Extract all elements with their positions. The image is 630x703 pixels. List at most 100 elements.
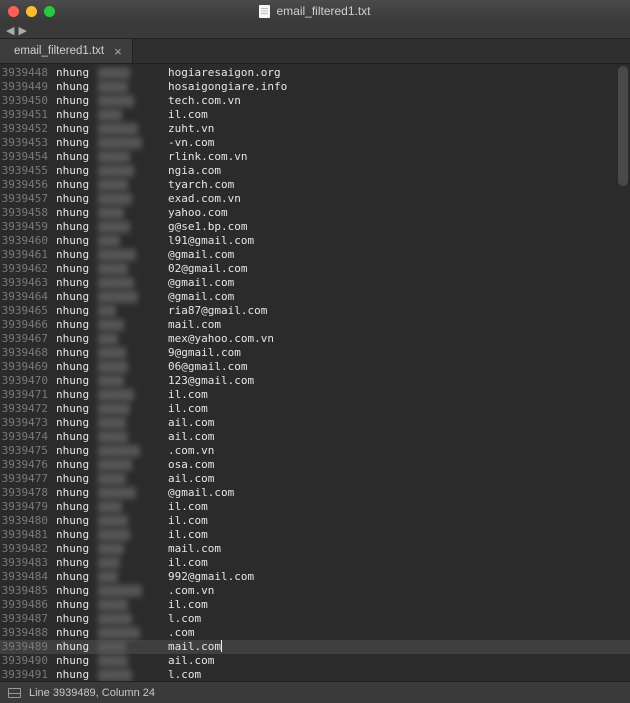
editor-line[interactable]: 3939471nhungil.com xyxy=(0,388,630,402)
editor-line[interactable]: 3939449nhunghosaigongiare.info xyxy=(0,80,630,94)
close-window-icon[interactable] xyxy=(8,6,19,17)
redacted-segment xyxy=(98,192,168,206)
nav-back-icon[interactable]: ◀ xyxy=(6,24,14,37)
editor-line[interactable]: 3939483nhungil.com xyxy=(0,556,630,570)
col-domain: tech.com.vn xyxy=(168,94,241,108)
editor-line[interactable]: 3939461nhung@gmail.com xyxy=(0,248,630,262)
line-number: 3939488 xyxy=(0,626,56,640)
editor-line[interactable]: 3939459nhungg@se1.bp.com xyxy=(0,220,630,234)
redacted-segment xyxy=(98,500,168,514)
editor-line[interactable]: 3939454nhungrlink.com.vn xyxy=(0,150,630,164)
redacted-segment xyxy=(98,514,168,528)
editor-line[interactable]: 3939456nhungtyarch.com xyxy=(0,178,630,192)
line-number: 3939471 xyxy=(0,388,56,402)
editor-line[interactable]: 3939469nhung06@gmail.com xyxy=(0,360,630,374)
editor-line[interactable]: 3939468nhung9@gmail.com xyxy=(0,346,630,360)
nav-forward-icon[interactable]: ▶ xyxy=(18,24,26,37)
col-domain: il.com xyxy=(168,528,208,542)
document-icon xyxy=(259,5,270,18)
editor-line[interactable]: 3939482nhungmail.com xyxy=(0,542,630,556)
editor-line[interactable]: 3939464nhung@gmail.com xyxy=(0,290,630,304)
editor-line[interactable]: 3939488nhung.com xyxy=(0,626,630,640)
editor-line[interactable]: 3939453nhung-vn.com xyxy=(0,136,630,150)
redacted-segment xyxy=(98,220,168,234)
col-domain: il.com xyxy=(168,556,208,570)
line-content: nhungil.com xyxy=(56,402,208,416)
editor-line[interactable]: 3939478nhung@gmail.com xyxy=(0,486,630,500)
line-content: nhung-vn.com xyxy=(56,136,214,150)
redacted-segment xyxy=(98,108,168,122)
col-domain: -vn.com xyxy=(168,136,214,150)
editor-line[interactable]: 3939466nhungmail.com xyxy=(0,318,630,332)
col-domain: ail.com xyxy=(168,416,214,430)
editor-line[interactable]: 3939470nhung123@gmail.com xyxy=(0,374,630,388)
editor-area[interactable]: 3939448nhunghogiaresaigon.org3939449nhun… xyxy=(0,64,630,681)
line-content: nhung992@gmail.com xyxy=(56,570,254,584)
line-content: nhungzuht.vn xyxy=(56,122,214,136)
panel-switch-icon[interactable] xyxy=(8,688,21,698)
editor-line[interactable]: 3939476nhungosa.com xyxy=(0,458,630,472)
editor-line[interactable]: 3939485nhung.com.vn xyxy=(0,584,630,598)
col-domain: zuht.vn xyxy=(168,122,214,136)
col-user: nhung xyxy=(56,262,98,276)
editor-line[interactable]: 3939462nhung02@gmail.com xyxy=(0,262,630,276)
line-content: nhung@gmail.com xyxy=(56,248,234,262)
line-number: 3939470 xyxy=(0,374,56,388)
editor-line[interactable]: 3939479nhungil.com xyxy=(0,500,630,514)
editor-line[interactable]: 3939452nhungzuht.vn xyxy=(0,122,630,136)
editor-line[interactable]: 3939491nhungl.com xyxy=(0,668,630,681)
line-number: 3939490 xyxy=(0,654,56,668)
editor-line[interactable]: 3939474nhungail.com xyxy=(0,430,630,444)
line-number: 3939477 xyxy=(0,472,56,486)
zoom-window-icon[interactable] xyxy=(44,6,55,17)
editor-line[interactable]: 3939451nhungil.com xyxy=(0,108,630,122)
editor-line[interactable]: 3939463nhung@gmail.com xyxy=(0,276,630,290)
redacted-segment xyxy=(98,346,168,360)
editor-line[interactable]: 3939484nhung992@gmail.com xyxy=(0,570,630,584)
editor-line[interactable]: 3939455nhungngia.com xyxy=(0,164,630,178)
editor-line[interactable]: 3939487nhungl.com xyxy=(0,612,630,626)
scrollbar-vertical[interactable] xyxy=(618,66,628,679)
editor-line[interactable]: 3939480nhungil.com xyxy=(0,514,630,528)
line-number: 3939461 xyxy=(0,248,56,262)
redacted-segment xyxy=(98,430,168,444)
editor-line[interactable]: 3939460nhungl91@gmail.com xyxy=(0,234,630,248)
col-user: nhung xyxy=(56,444,98,458)
editor-line[interactable]: 3939475nhung.com.vn xyxy=(0,444,630,458)
editor-line[interactable]: 3939477nhungail.com xyxy=(0,472,630,486)
app-window: email_filtered1.txt ◀ ▶ email_filtered1.… xyxy=(0,0,630,703)
editor-line[interactable]: 3939458nhungyahoo.com xyxy=(0,206,630,220)
col-user: nhung xyxy=(56,220,98,234)
line-content: nhungil.com xyxy=(56,500,208,514)
tab-active[interactable]: email_filtered1.txt × xyxy=(0,39,133,63)
editor-line[interactable]: 3939457nhungexad.com.vn xyxy=(0,192,630,206)
editor-line[interactable]: 3939472nhungil.com xyxy=(0,402,630,416)
line-content: nhungl.com xyxy=(56,612,201,626)
editor-line[interactable]: 3939450nhungtech.com.vn xyxy=(0,94,630,108)
col-user: nhung xyxy=(56,430,98,444)
editor-line[interactable]: 3939481nhungil.com xyxy=(0,528,630,542)
line-number: 3939491 xyxy=(0,668,56,681)
minimize-window-icon[interactable] xyxy=(26,6,37,17)
titlebar[interactable]: email_filtered1.txt xyxy=(0,0,630,22)
editor-line[interactable]: 3939467nhungmex@yahoo.com.vn xyxy=(0,332,630,346)
line-content: nhungl91@gmail.com xyxy=(56,234,254,248)
col-user: nhung xyxy=(56,416,98,430)
editor-line[interactable]: 3939465nhungria87@gmail.com xyxy=(0,304,630,318)
editor-line[interactable]: 3939489nhungmail.com xyxy=(0,640,630,654)
redacted-segment xyxy=(98,276,168,290)
scrollbar-thumb[interactable] xyxy=(618,66,628,186)
line-number: 3939469 xyxy=(0,360,56,374)
col-domain: il.com xyxy=(168,514,208,528)
editor-line[interactable]: 3939486nhungil.com xyxy=(0,598,630,612)
editor-line[interactable]: 3939473nhungail.com xyxy=(0,416,630,430)
redacted-segment xyxy=(98,122,168,136)
col-domain: 123@gmail.com xyxy=(168,374,254,388)
tab-close-icon[interactable]: × xyxy=(114,45,122,58)
editor-line[interactable]: 3939490nhungail.com xyxy=(0,654,630,668)
line-number: 3939449 xyxy=(0,80,56,94)
editor-line[interactable]: 3939448nhunghogiaresaigon.org xyxy=(0,66,630,80)
redacted-segment xyxy=(98,570,168,584)
col-user: nhung xyxy=(56,192,98,206)
line-number: 3939457 xyxy=(0,192,56,206)
